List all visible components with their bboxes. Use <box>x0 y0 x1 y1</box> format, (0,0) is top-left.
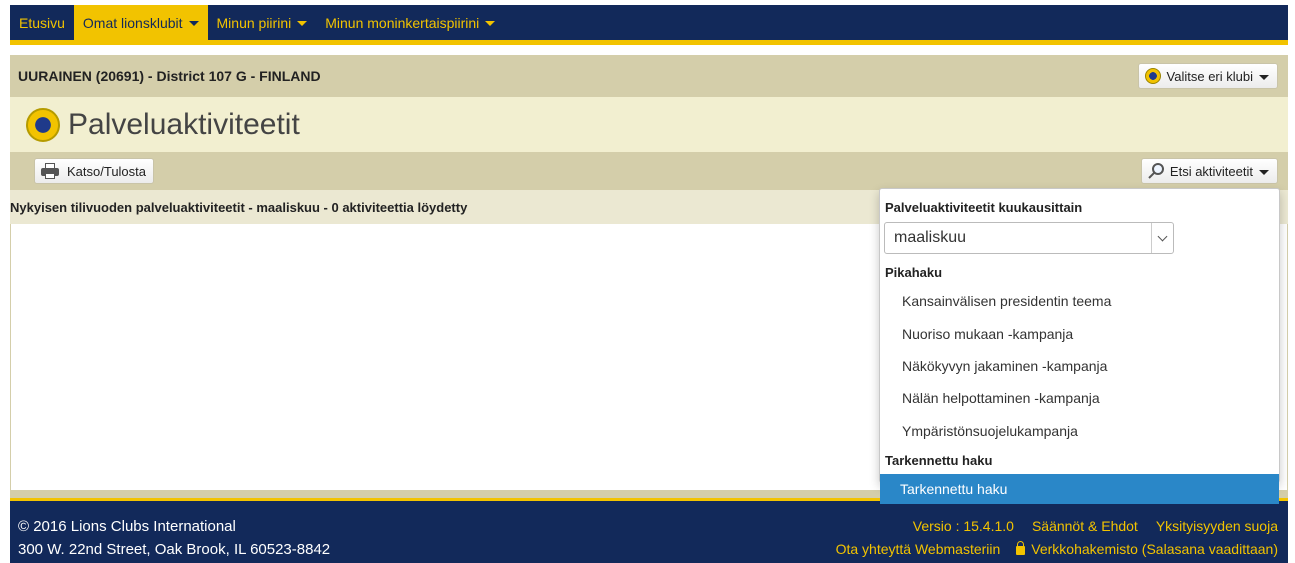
page-frame: Etusivu Omat lionsklubit Minun piirini M… <box>0 0 1295 563</box>
nav-item-label: Minun piirini <box>216 14 292 31</box>
nav-item-omat-lionsklubit[interactable]: Omat lionsklubit <box>73 5 208 40</box>
toolbar: Katso/Tulosta Etsi aktiviteetit <box>10 152 1288 190</box>
terms-link[interactable]: Säännöt & Ehdot <box>1032 518 1138 534</box>
club-title: UURAINEN (20691) - District 107 G - FINL… <box>18 68 321 84</box>
caret-down-icon <box>485 21 496 26</box>
caret-down-icon <box>297 21 308 26</box>
nav-item-label: Omat lionsklubit <box>82 14 183 31</box>
print-label: Katso/Tulosta <box>67 163 147 179</box>
footer-links-top: Versio : 15.4.1.0 Säännöt & Ehdot Yksity… <box>913 518 1278 534</box>
caret-down-icon <box>1259 169 1269 175</box>
quick-search-item[interactable]: Näkökyvyn jakaminen -kampanja <box>902 358 1107 374</box>
advanced-search-heading: Tarkennettu haku <box>885 453 993 468</box>
footer-copyright: © 2016 Lions Clubs International <box>18 518 236 535</box>
quick-search-item[interactable]: Kansainvälisen presidentin teema <box>902 293 1111 309</box>
chevron-down-icon <box>1151 223 1173 253</box>
select-club-button[interactable]: Valitse eri klubi <box>1137 63 1278 89</box>
search-activities-label: Etsi aktiviteetit <box>1169 163 1253 179</box>
nav-item-etusivu[interactable]: Etusivu <box>10 5 74 40</box>
nav-item-minun-piirini[interactable]: Minun piirini <box>208 5 317 40</box>
quick-search-heading: Pikahaku <box>885 265 943 280</box>
search-icon <box>1148 163 1164 179</box>
directory-link[interactable]: Verkkohakemisto (Salasana vaadittaan) <box>1031 541 1278 557</box>
nav-item-minun-moninkertaispiirini[interactable]: Minun moninkertaispiirini <box>316 5 504 40</box>
month-select-value: maaliskuu <box>894 229 967 246</box>
footer-links-bottom: Ota yhteyttä Webmasteriin Verkkohakemist… <box>836 540 1278 557</box>
page-header: Palveluaktiviteetit <box>10 97 1288 152</box>
version-label: Versio : 15.4.1.0 <box>912 518 1014 534</box>
club-header: UURAINEN (20691) - District 107 G - FINL… <box>10 55 1288 97</box>
search-activities-button[interactable]: Etsi aktiviteetit <box>1140 158 1278 184</box>
footer: © 2016 Lions Clubs International 300 W. … <box>10 498 1288 563</box>
privacy-link[interactable]: Yksityisyyden suoja <box>1156 518 1278 534</box>
print-button[interactable]: Katso/Tulosta <box>34 158 155 184</box>
results-summary: Nykyisen tilivuoden palveluaktiviteetit … <box>10 199 468 215</box>
top-nav: Etusivu Omat lionsklubit Minun piirini M… <box>10 5 1288 45</box>
quick-search-item[interactable]: Nälän helpottaminen -kampanja <box>902 390 1100 406</box>
lock-icon <box>1016 540 1026 555</box>
contact-webmaster-link[interactable]: Ota yhteyttä Webmasteriin <box>836 541 1001 557</box>
select-club-label: Valitse eri klubi <box>1166 68 1253 84</box>
search-dropdown-menu: Palveluaktiviteetit kuukausittain maalis… <box>879 188 1280 483</box>
advanced-search-label: Tarkennettu haku <box>900 481 1008 497</box>
quick-search-item[interactable]: Nuoriso mukaan -kampanja <box>902 326 1073 342</box>
nav-item-label: Etusivu <box>19 14 65 31</box>
page-title: Palveluaktiviteetit <box>68 107 300 141</box>
lions-logo-icon <box>26 107 60 142</box>
lions-logo-icon <box>1144 68 1161 84</box>
month-section-heading: Palveluaktiviteetit kuukausittain <box>885 200 1083 215</box>
footer-address: 300 W. 22nd Street, Oak Brook, IL 60523-… <box>18 541 331 558</box>
printer-icon <box>41 163 59 179</box>
month-select[interactable]: maaliskuu <box>884 222 1174 254</box>
caret-down-icon <box>188 21 199 26</box>
caret-down-icon <box>1259 74 1269 80</box>
quick-search-item[interactable]: Ympäristönsuojelukampanja <box>902 423 1078 439</box>
nav-item-label: Minun moninkertaispiirini <box>325 14 480 31</box>
advanced-search-item[interactable]: Tarkennettu haku <box>880 474 1279 504</box>
